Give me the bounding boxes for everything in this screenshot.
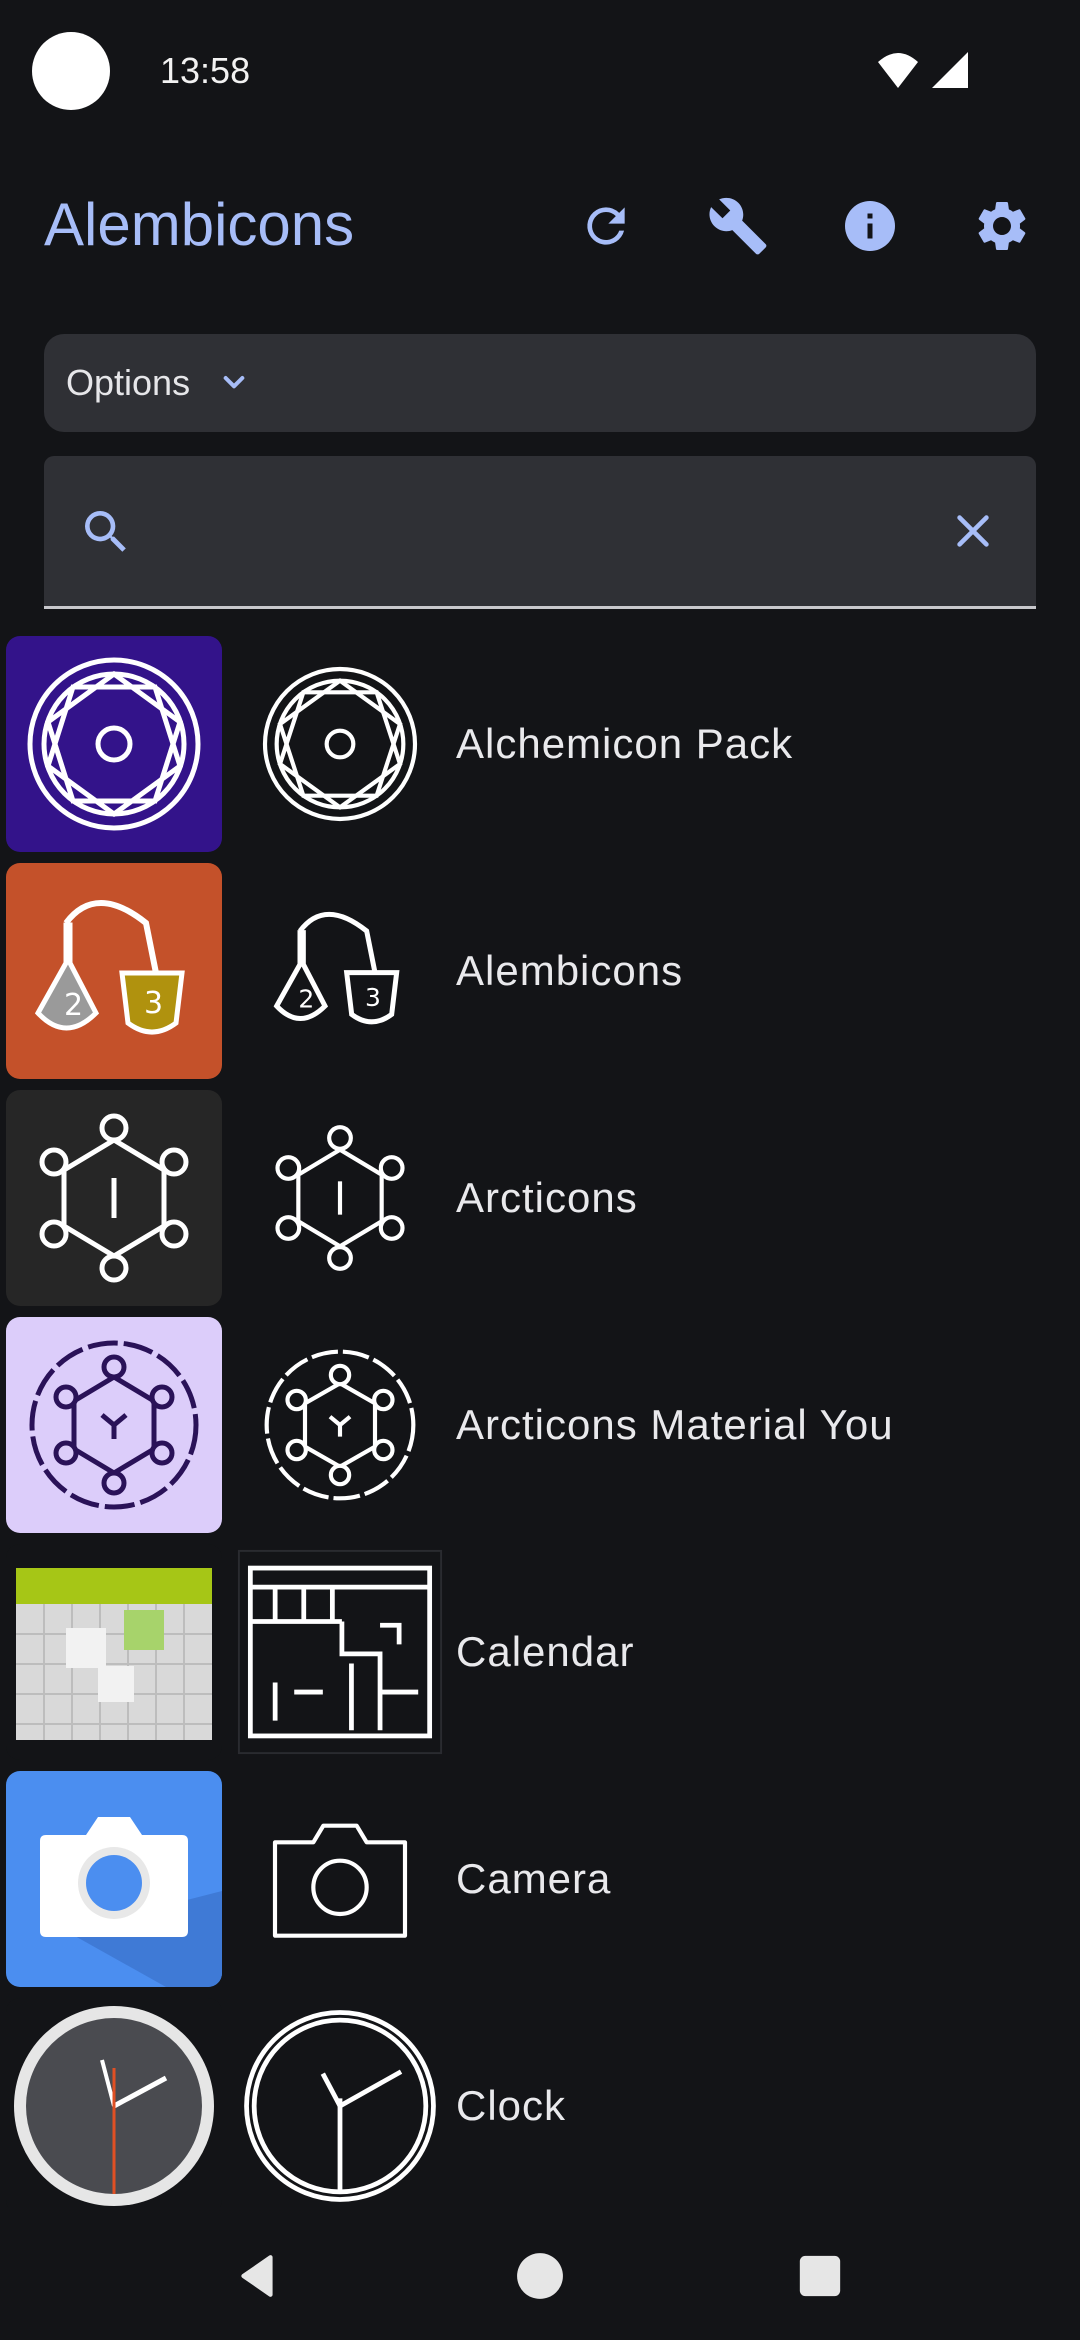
status-icons [876, 50, 970, 90]
app-label: Arcticons [456, 1174, 638, 1221]
svg-text:2: 2 [298, 985, 314, 1014]
chevron-down-icon [214, 363, 254, 403]
list-item[interactable]: Arcticons [0, 1090, 1080, 1306]
app-label: Camera [456, 1855, 612, 1902]
camera-original-icon [6, 1771, 222, 1987]
back-button[interactable] [228, 2246, 288, 2306]
options-label: Options [66, 362, 191, 403]
home-button[interactable] [510, 2246, 570, 2306]
settings-button[interactable] [962, 186, 1042, 266]
alchemicon-pack-original-icon [6, 636, 222, 852]
app-bar: Alembicons [0, 160, 1080, 290]
list-item[interactable]: Alchemicon Pack [0, 636, 1080, 852]
info-icon [845, 201, 895, 251]
svg-text:3: 3 [144, 986, 163, 1021]
arcticons-themed-icon [232, 1090, 448, 1306]
settings-icon [978, 202, 1026, 250]
svg-text:2: 2 [64, 988, 83, 1023]
list-item[interactable]: Arcticons Material You [0, 1317, 1080, 1533]
search-icon [78, 504, 134, 565]
alembicons-themed-icon: 2 3 [232, 863, 448, 1079]
navigation-bar [0, 2208, 1080, 2340]
calendar-original-icon [6, 1544, 222, 1760]
home-icon [517, 2253, 563, 2299]
arcticons-original-icon [6, 1090, 222, 1306]
camera-themed-icon [232, 1771, 448, 1987]
signal-icon [932, 52, 968, 88]
alchemicon-pack-themed-icon [232, 636, 448, 852]
clock-themed-icon [232, 1998, 448, 2214]
recents-button[interactable] [790, 2246, 850, 2306]
wrench-icon [709, 197, 767, 255]
app-label: Calendar [456, 1628, 635, 1675]
list-item[interactable]: Clock [0, 1998, 1080, 2214]
list-item[interactable]: Camera [0, 1771, 1080, 1987]
recents-icon [799, 2255, 841, 2297]
alembicons-original-icon: 2 3 [6, 863, 222, 1079]
options-dropdown[interactable]: Options [44, 334, 1036, 432]
app-label: Alchemicon Pack [456, 720, 794, 767]
arcticons-material-you-themed-icon [232, 1317, 448, 1533]
app-label: Arcticons Material You [456, 1401, 894, 1448]
clock-original-icon [6, 1998, 222, 2214]
app-title: Alembicons [44, 191, 355, 258]
back-icon [241, 2255, 273, 2297]
refresh-icon [587, 207, 625, 245]
search-box [44, 456, 1036, 609]
tools-button[interactable] [698, 186, 778, 266]
refresh-button[interactable] [566, 186, 646, 266]
app-label: Clock [456, 2082, 567, 2129]
status-bar: 13:58 [0, 0, 1080, 140]
clear-icon[interactable] [950, 508, 996, 559]
camera-cutout [32, 32, 110, 110]
app-label: Alembicons [456, 947, 684, 994]
list-item[interactable]: Calendar [0, 1544, 1080, 1760]
search-input[interactable] [154, 501, 918, 563]
status-time: 13:58 [160, 50, 251, 91]
info-button[interactable] [830, 186, 910, 266]
list-item[interactable]: 2 3 2 3 Alembicons [0, 863, 1080, 1079]
calendar-themed-icon [232, 1544, 448, 1760]
svg-text:3: 3 [365, 983, 381, 1012]
arcticons-material-you-original-icon [6, 1317, 222, 1533]
wifi-icon [878, 53, 918, 88]
